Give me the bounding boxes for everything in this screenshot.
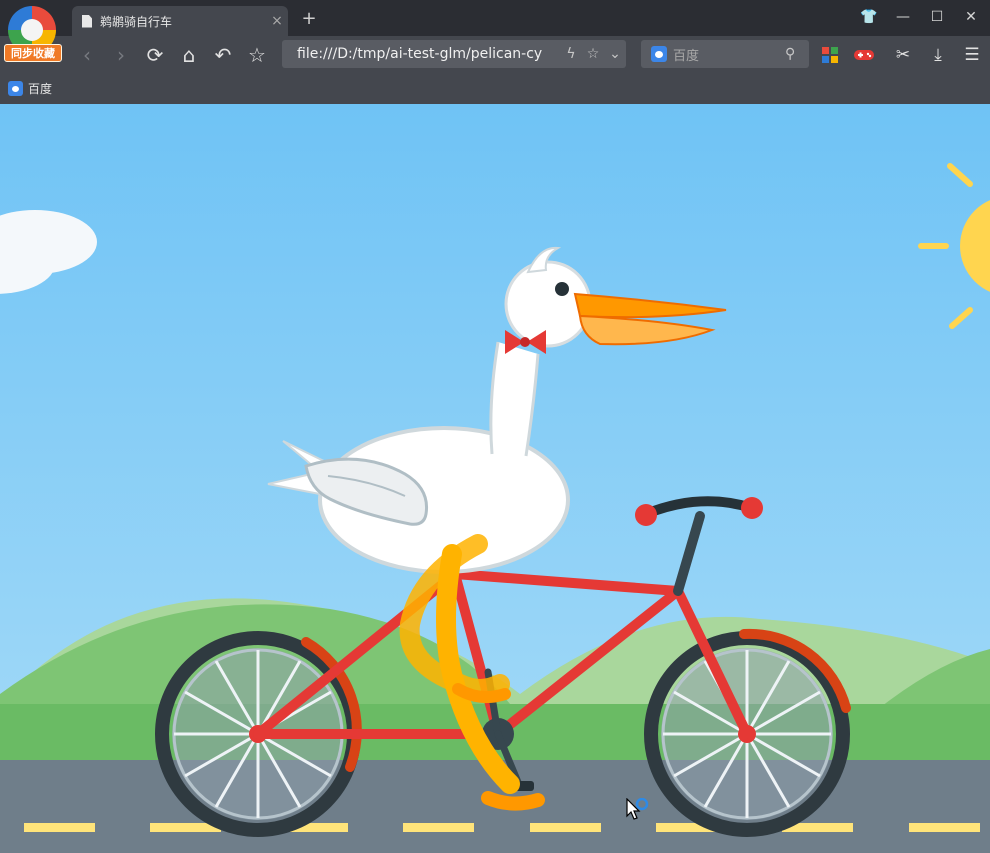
bookmark-label: 百度 xyxy=(28,82,53,96)
lightning-icon[interactable]: ϟ xyxy=(560,46,582,62)
mouse-cursor-icon xyxy=(626,798,649,820)
skin-icon[interactable]: 👕 xyxy=(856,6,882,28)
tab-active[interactable]: 鹈鹕骑自行车 × xyxy=(72,6,288,36)
pelican-scene xyxy=(0,104,990,853)
undo-close-tab-button[interactable]: ↶ xyxy=(210,42,236,68)
maximize-button[interactable]: ☐ xyxy=(924,6,950,28)
bookmarks-bar: 百度 xyxy=(0,74,990,104)
pelican-foot-front xyxy=(481,791,545,811)
home-button[interactable]: ⌂ xyxy=(176,42,202,68)
new-tab-button[interactable]: + xyxy=(298,8,320,29)
pelican-eye xyxy=(555,282,569,296)
handle-grip-left xyxy=(635,504,657,526)
title-bar: 同步收藏 鹈鹕骑自行车 × + 👕 — ☐ ✕ xyxy=(0,0,990,62)
favorite-button[interactable]: ☆ xyxy=(244,42,270,68)
baidu-icon xyxy=(8,81,23,96)
forward-button[interactable]: › xyxy=(108,42,134,68)
navigation-bar: ‹ › ⟳ ⌂ ↶ ☆ file:///D:/tmp/ai-test-glm/p… xyxy=(0,36,990,74)
bookmark-star-icon[interactable]: ☆ xyxy=(582,46,604,62)
menu-icon[interactable]: ☰ xyxy=(960,43,984,67)
page-viewport xyxy=(0,104,990,853)
address-url[interactable]: file:///D:/tmp/ai-test-glm/pelican-cy xyxy=(297,46,560,62)
address-dropdown-icon[interactable]: ⌄ xyxy=(604,46,626,62)
screenshot-scissors-icon[interactable]: ✂ xyxy=(888,43,918,67)
search-icon[interactable]: ⚲ xyxy=(785,46,809,62)
browser-logo[interactable]: 同步收藏 xyxy=(4,6,62,62)
baidu-icon xyxy=(651,46,667,62)
back-button[interactable]: ‹ xyxy=(74,42,100,68)
sync-bookmarks-badge[interactable]: 同步收藏 xyxy=(4,44,62,62)
browser-window: 同步收藏 鹈鹕骑自行车 × + 👕 — ☐ ✕ ‹ › ⟳ ⌂ ↶ ☆ file… xyxy=(0,0,990,853)
reload-button[interactable]: ⟳ xyxy=(142,42,168,68)
search-placeholder[interactable]: 百度 xyxy=(673,45,785,64)
bookmark-baidu[interactable]: 百度 xyxy=(8,80,52,97)
handle-grip-right xyxy=(741,497,763,519)
apps-icon[interactable] xyxy=(818,43,842,67)
close-window-button[interactable]: ✕ xyxy=(958,6,984,28)
search-box[interactable]: 百度 ⚲ xyxy=(641,40,809,68)
download-icon[interactable]: ⤓ xyxy=(926,43,950,67)
minimize-button[interactable]: — xyxy=(890,6,916,28)
tab-title: 鹈鹕骑自行车 xyxy=(100,14,173,29)
gamepad-icon[interactable] xyxy=(852,43,876,67)
address-bar[interactable]: file:///D:/tmp/ai-test-glm/pelican-cy ϟ … xyxy=(282,40,626,68)
document-icon xyxy=(82,14,92,28)
tab-close-button[interactable]: × xyxy=(266,13,288,29)
